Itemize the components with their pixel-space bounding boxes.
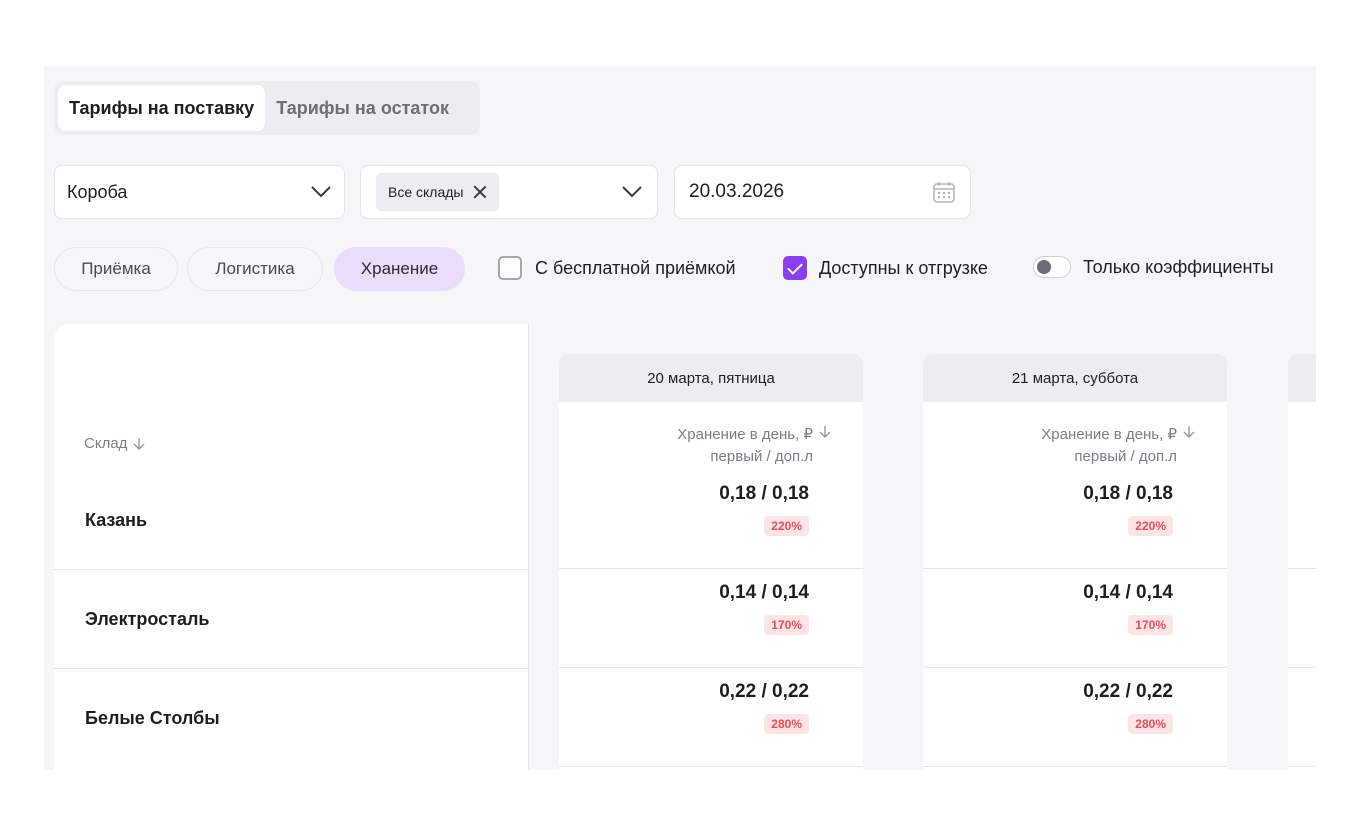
coefficient-badge: 170% xyxy=(1128,615,1173,635)
date-column-3-partial xyxy=(1288,354,1316,770)
date-header-partial xyxy=(1288,354,1316,402)
pill-logistics[interactable]: Логистика xyxy=(187,247,323,291)
date-body-partial xyxy=(1288,402,1316,770)
date-value: 20.03.2026 xyxy=(689,181,785,202)
table-cell xyxy=(1288,668,1316,767)
warehouse-column: Склад Казань Электросталь Белые Столбы xyxy=(54,324,529,770)
warehouse-name: Электросталь xyxy=(85,608,210,629)
date-header: 21 марта, суббота xyxy=(923,354,1227,402)
table-cell: 0,14 / 0,14 170% xyxy=(923,569,1227,668)
calendar-icon[interactable] xyxy=(932,180,956,204)
table-cell: 0,22 / 0,22 280% xyxy=(923,668,1227,767)
table-cell xyxy=(1288,470,1316,569)
metric-sublabel: первый / доп.л xyxy=(710,448,813,465)
tariff-value: 0,14 / 0,14 xyxy=(719,582,809,603)
warehouse-header-label: Склад xyxy=(84,435,128,452)
coefficient-badge: 280% xyxy=(1128,714,1173,734)
warehouse-chip-label: Все склады xyxy=(388,184,464,200)
metric-label: Хранение в день, ₽ xyxy=(1041,426,1177,443)
available-label: Доступны к отгрузке xyxy=(819,257,988,278)
date-field[interactable]: 20.03.2026 xyxy=(674,165,971,219)
tab-storage-tariffs[interactable]: Тарифы на остаток xyxy=(265,85,460,131)
warehouse-chip: Все склады xyxy=(376,173,500,211)
table-cell: 0,18 / 0,18 220% xyxy=(923,470,1227,569)
table-row-belye-stolby: Белые Столбы xyxy=(54,668,529,767)
chevron-down-icon xyxy=(622,186,642,198)
metric-header[interactable]: Хранение в день, ₽ первый / доп.л xyxy=(1041,424,1195,468)
sort-arrow-icon[interactable] xyxy=(133,437,145,451)
table-row-kazan: Казань xyxy=(54,471,529,570)
table-cell: 0,18 / 0,18 220% xyxy=(559,470,863,569)
coefficient-badge: 220% xyxy=(1128,516,1173,536)
tariff-value: 0,18 / 0,18 xyxy=(719,483,809,504)
date-body: Хранение в день, ₽ первый / доп.л 0,18 /… xyxy=(559,402,863,770)
tariffs-panel: Тарифы на поставку Тарифы на остаток Кор… xyxy=(44,66,1316,770)
table-cell: 0,22 / 0,22 280% xyxy=(559,668,863,767)
table-cell: 0,14 / 0,14 170% xyxy=(559,569,863,668)
free-acceptance-option[interactable]: С бесплатной приёмкой xyxy=(498,256,736,280)
tariff-value: 0,14 / 0,14 xyxy=(1083,582,1173,603)
box-type-value: Короба xyxy=(67,181,128,202)
chevron-down-icon xyxy=(311,186,331,198)
sort-arrow-icon[interactable] xyxy=(819,425,831,439)
warehouse-name: Казань xyxy=(85,510,148,530)
close-icon[interactable] xyxy=(473,185,487,199)
free-acceptance-label: С бесплатной приёмкой xyxy=(535,257,736,278)
metric-sublabel: первый / доп.л xyxy=(1074,448,1177,465)
date-header: 20 марта, пятница xyxy=(559,354,863,402)
tariff-value: 0,22 / 0,22 xyxy=(1083,681,1173,702)
pill-acceptance[interactable]: Приёмка xyxy=(54,247,178,291)
coefficient-badge: 220% xyxy=(764,516,809,536)
tariff-tabs: Тарифы на поставку Тарифы на остаток xyxy=(54,81,480,135)
only-coefficients-label: Только коэффициенты xyxy=(1083,256,1274,277)
coefficient-badge: 280% xyxy=(764,714,809,734)
date-column-2: 21 марта, суббота Хранение в день, ₽ пер… xyxy=(923,354,1227,770)
metric-label: Хранение в день, ₽ xyxy=(677,426,813,443)
free-acceptance-checkbox[interactable] xyxy=(498,256,522,280)
warehouse-header[interactable]: Склад xyxy=(84,435,145,452)
pill-storage[interactable]: Хранение xyxy=(334,247,465,291)
tariff-value: 0,22 / 0,22 xyxy=(719,681,809,702)
only-coefficients-toggle[interactable] xyxy=(1033,256,1071,278)
warehouse-select[interactable]: Все склады xyxy=(360,165,658,219)
coefficient-badge: 170% xyxy=(764,615,809,635)
tab-supply-tariffs[interactable]: Тарифы на поставку xyxy=(58,85,266,131)
sort-arrow-icon[interactable] xyxy=(1183,425,1195,439)
available-option[interactable]: Доступны к отгрузке xyxy=(783,256,988,280)
date-body: Хранение в день, ₽ первый / доп.л 0,18 /… xyxy=(923,402,1227,770)
tariff-table: Склад Казань Электросталь Белые Столбы 2… xyxy=(54,324,1316,770)
only-coefficients-option[interactable]: Только коэффициенты xyxy=(1033,256,1274,278)
box-type-select[interactable]: Короба xyxy=(54,165,345,219)
metric-header[interactable]: Хранение в день, ₽ первый / доп.л xyxy=(677,424,831,468)
tariff-value: 0,18 / 0,18 xyxy=(1083,483,1173,504)
available-checkbox[interactable] xyxy=(783,256,807,280)
warehouse-name: Белые Столбы xyxy=(85,707,220,728)
table-row-elektrostal: Электросталь xyxy=(54,569,529,668)
date-column-1: 20 марта, пятница Хранение в день, ₽ пер… xyxy=(559,354,863,770)
table-cell xyxy=(1288,569,1316,668)
